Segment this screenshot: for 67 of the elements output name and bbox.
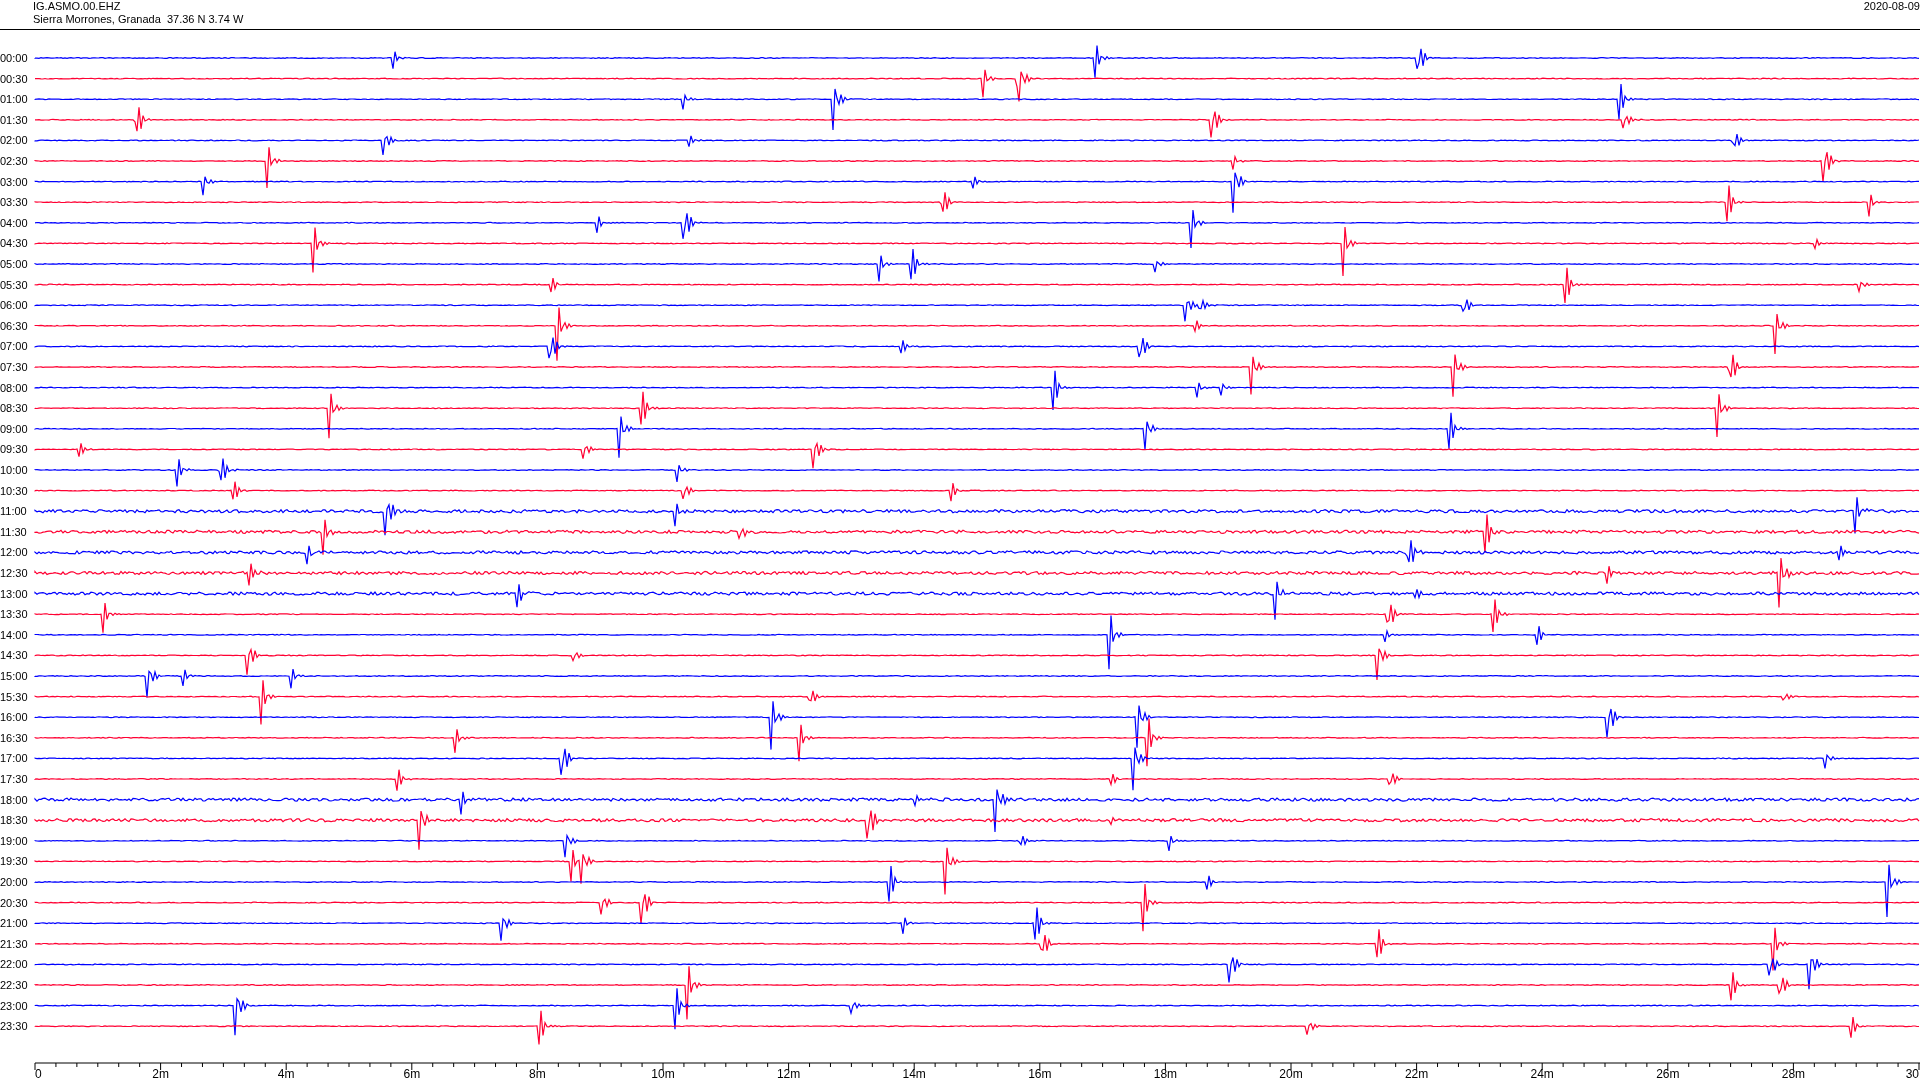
time-label: 11:30: [0, 525, 27, 538]
time-label: 00:00: [0, 52, 28, 64]
time-label: 07:00: [0, 340, 28, 353]
time-label: 20:00: [0, 876, 28, 888]
station-location: Sierra Morrones, Granada 37.36 N 3.74 W: [33, 13, 244, 26]
time-label: 18:30: [0, 814, 28, 827]
axis-label: 14m: [902, 1067, 926, 1079]
axis-label: 2m: [152, 1067, 169, 1079]
plot-date: 2020-08-09: [1863, 0, 1920, 13]
axis-label: 18m: [1153, 1067, 1178, 1079]
time-label: 05:00: [0, 258, 28, 270]
time-label: 08:30: [0, 402, 28, 415]
time-label: 20:30: [0, 896, 28, 909]
time-label: 13:00: [0, 587, 28, 600]
time-label: 14:30: [0, 649, 28, 662]
time-label: 07:30: [0, 361, 28, 373]
time-label: 04:30: [0, 237, 28, 250]
time-label: 17:30: [0, 773, 28, 785]
time-label: 06:30: [0, 319, 28, 332]
time-label: 22:30: [0, 979, 28, 991]
time-label: 03:30: [0, 196, 28, 209]
time-label: 10:30: [0, 484, 28, 497]
axis-label: 0: [35, 1067, 42, 1079]
time-label: 03:00: [0, 175, 28, 188]
time-label: 12:30: [0, 567, 28, 579]
axis-label: 26m: [1656, 1067, 1680, 1079]
time-label: 01:00: [0, 93, 28, 106]
time-label: 00:30: [0, 72, 28, 85]
time-label: 21:30: [0, 937, 28, 950]
axis-label: 4m: [277, 1067, 295, 1079]
time-label: 18:00: [0, 793, 28, 806]
axis-label: 10m: [651, 1067, 675, 1079]
time-label: 02:30: [0, 155, 28, 167]
time-label: 11:00: [0, 505, 27, 518]
time-label: 17:00: [0, 752, 28, 765]
time-label: 09:00: [0, 422, 28, 435]
axis-label: 22m: [1404, 1067, 1429, 1079]
time-label: 19:30: [0, 855, 28, 868]
time-label: 15:00: [0, 670, 28, 682]
time-label: 22:00: [0, 958, 28, 971]
time-label: 12:00: [0, 546, 28, 559]
station-code: IG.ASMO.00.EHZ: [33, 0, 122, 13]
time-label: 23:00: [0, 999, 28, 1012]
time-label: 13:30: [0, 608, 28, 621]
axis-label: 12m: [776, 1067, 801, 1079]
axis-label: 8m: [529, 1067, 546, 1079]
time-label: 14:00: [0, 628, 28, 641]
axis-label: 6m: [403, 1067, 421, 1079]
time-label: 16:30: [0, 731, 28, 744]
time-label: 23:30: [0, 1020, 28, 1033]
time-label: 01:30: [0, 113, 28, 126]
time-label: 16:00: [0, 711, 28, 724]
axis-label: 16m: [1028, 1067, 1052, 1079]
time-label: 08:00: [0, 381, 28, 394]
time-label: 09:30: [0, 443, 28, 456]
axis-label: 20m: [1279, 1067, 1303, 1079]
time-label: 15:30: [0, 690, 28, 703]
time-label: 10:00: [0, 464, 28, 476]
axis-label: 30: [1905, 1067, 1919, 1079]
time-label: 02:00: [0, 134, 28, 147]
time-label: 19:00: [0, 834, 28, 847]
axis-label: 28m: [1781, 1067, 1806, 1079]
time-label: 05:30: [0, 278, 28, 291]
time-label: 06:00: [0, 299, 28, 312]
axis-label: 24m: [1530, 1067, 1554, 1079]
time-label: 21:00: [0, 917, 28, 930]
time-label: 04:00: [0, 216, 28, 229]
